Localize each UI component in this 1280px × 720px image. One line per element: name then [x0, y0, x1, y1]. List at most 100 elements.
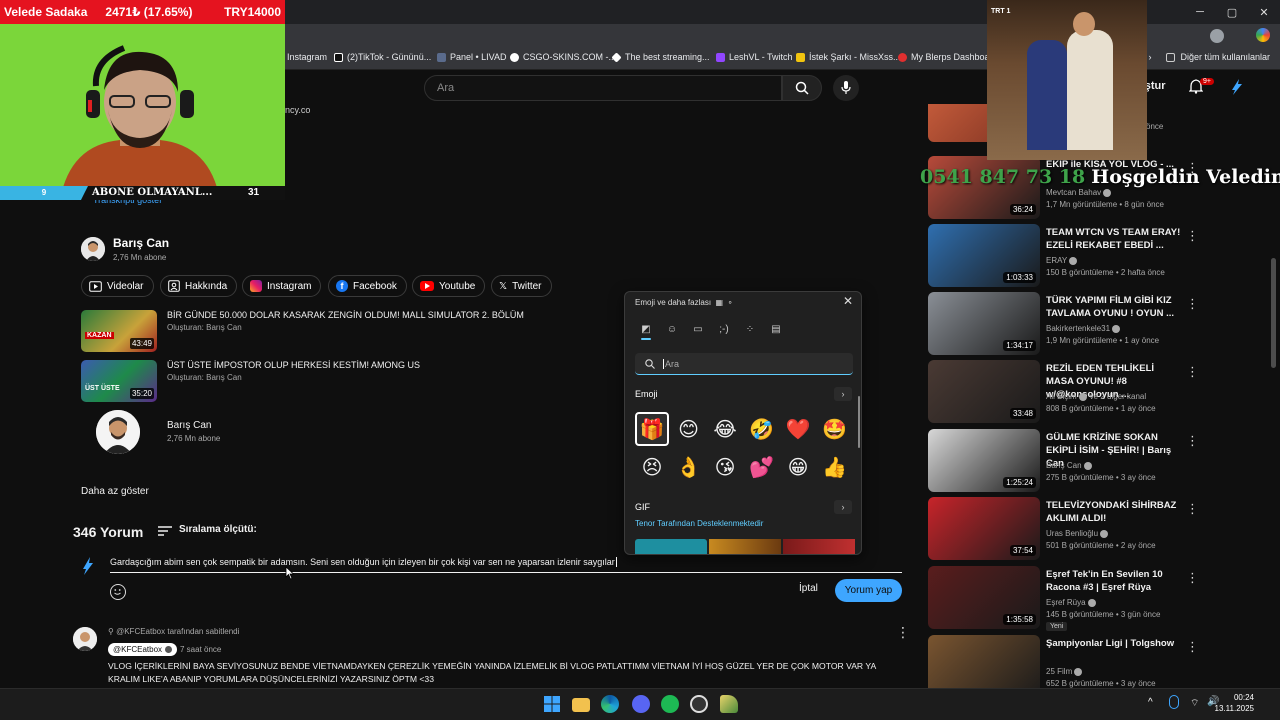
emoji-item[interactable]: 🤣 [745, 412, 779, 446]
comment-time[interactable]: 7 saat önce [180, 645, 221, 654]
gif-section-expand[interactable]: › [834, 500, 852, 514]
recommended-video[interactable]: 1:03:33 TEAM WTCN VS TEAM ERAY! EZELİ REK… [928, 224, 1270, 288]
recommended-title[interactable]: Eşref Tek'in En Sevilen 10 Racona #3 | E… [1046, 568, 1181, 594]
edge-icon[interactable] [601, 695, 619, 713]
recommended-thumbnail[interactable]: 1:03:33 [928, 224, 1040, 287]
channel-name[interactable]: Barış Can [113, 236, 169, 250]
recommended-video[interactable]: 1:25:24 GÜLME KRİZİNE SOKAN EKİPLİ İSİM -… [928, 429, 1270, 493]
emoji-button[interactable] [110, 584, 126, 600]
chip-twitter[interactable]: 𝕏 Twitter [491, 275, 552, 297]
sort-button[interactable]: Sıralama ölçütü: [179, 524, 257, 535]
sort-icon[interactable] [158, 525, 172, 537]
recommended-video[interactable]: 1:34:17 TÜRK YAPIMI FİLM GİBİ KIZ TAVLAMA… [928, 292, 1270, 356]
bookmarks-more[interactable]: › Diğer tüm kullanılanlar [1148, 52, 1270, 62]
gif-thumbnail[interactable] [635, 539, 707, 554]
recommended-channel[interactable]: Eşref Rüya [1046, 598, 1096, 607]
tray-chevron-icon[interactable]: ^ [1148, 697, 1153, 708]
bookmark-blerp[interactable]: My Blerps Dashboard [898, 52, 998, 62]
account-avatar-icon[interactable] [1229, 78, 1245, 96]
discord-icon[interactable] [632, 695, 650, 713]
grid-icon[interactable]: ▦ [716, 298, 724, 307]
comment-input[interactable]: Gardaşcığım abim sen çok sempatik bir ad… [110, 557, 902, 573]
bookmark-instagram[interactable]: Instagram [287, 52, 327, 62]
recommended-channel[interactable]: 25 Film [1046, 667, 1083, 676]
maximize-icon[interactable]: ▢ [1216, 0, 1248, 24]
recommended-menu-icon[interactable]: ⋮ [1186, 228, 1199, 244]
emoji-item[interactable]: 😊 [672, 412, 706, 446]
description-link[interactable]: ncy.co [285, 105, 310, 115]
tenor-attribution[interactable]: Tenor Tarafından Desteklenmektedir [635, 519, 763, 528]
tray-clock[interactable]: 00:24 13.11.2025 [1215, 692, 1254, 714]
tray-network-icon[interactable]: ⌔ [1190, 697, 1199, 710]
cancel-button[interactable]: İptal [799, 583, 818, 594]
recommended-title[interactable]: TÜRK YAPIMI FİLM GİBİ KIZ TAVLAMA OYUNU … [1046, 294, 1181, 320]
app-icon[interactable] [720, 695, 738, 713]
emoji-item[interactable]: ❤️ [781, 412, 815, 446]
emoji-item[interactable]: 👌 [672, 450, 706, 484]
recommended-channel[interactable]: Mevtcan Bahav [1046, 188, 1112, 197]
chip-facebook[interactable]: f Facebook [328, 275, 407, 297]
comment-author-chip[interactable]: @KFCEatbox [108, 643, 178, 656]
show-less-button[interactable]: Daha az göster [81, 486, 149, 497]
emoji-item[interactable]: 💕 [745, 450, 779, 484]
bookmark-twitch[interactable]: LeshVL - Twitch [716, 52, 793, 62]
tab-gif-icon[interactable]: ▭ [691, 322, 705, 336]
recommended-thumbnail[interactable]: 33:48 [928, 360, 1040, 423]
recommended-menu-icon[interactable]: ⋮ [1186, 639, 1199, 655]
recommended-menu-icon[interactable]: ⋮ [1186, 296, 1199, 312]
recommended-channel[interactable]: ERAY [1046, 256, 1078, 265]
tab-clipboard-icon[interactable]: ▤ [769, 322, 783, 336]
minimize-icon[interactable]: ─ [1184, 0, 1216, 24]
recommended-title[interactable]: TEAM WTCN VS TEAM ERAY! EZELİ REKABET EB… [1046, 226, 1181, 252]
emoji-panel-close-icon[interactable]: ✕ [843, 294, 853, 308]
recommended-thumbnail[interactable]: 1:25:24 [928, 429, 1040, 492]
voice-search-button[interactable] [833, 75, 859, 101]
comment-author-avatar[interactable] [73, 627, 97, 651]
emoji-item[interactable]: 👍 [818, 450, 852, 484]
page-scrollbar[interactable] [1271, 258, 1276, 368]
emoji-item[interactable]: 😂 [708, 412, 742, 446]
tab-favorites-icon[interactable]: ◩ [639, 322, 653, 336]
chip-instagram[interactable]: Instagram [242, 275, 322, 297]
emoji-panel-scrollbar[interactable] [858, 396, 860, 448]
tab-kaomoji-icon[interactable]: ;-) [717, 322, 731, 336]
bookmark-csgo[interactable]: CSGO-SKINS.COM -... [510, 52, 616, 62]
emoji-item[interactable]: 🎁 [635, 412, 669, 446]
emoji-item[interactable]: 🤩 [818, 412, 852, 446]
obs-icon[interactable] [690, 695, 708, 713]
recommended-channel[interactable]: Ali Biçim ve 2 diğer kanal [1046, 392, 1146, 401]
emoji-item[interactable]: 😣 [635, 450, 669, 484]
spotify-icon[interactable] [661, 695, 679, 713]
channel-card-name[interactable]: Barış Can [167, 420, 211, 431]
gif-thumbnail[interactable] [783, 539, 855, 554]
recommended-title[interactable]: Şampiyonlar Ligi | Tolgshow [1046, 637, 1181, 650]
recommended-menu-icon[interactable]: ⋮ [1186, 433, 1199, 449]
profile-avatar-icon[interactable] [1210, 29, 1224, 43]
recommended-menu-icon[interactable]: ⋮ [1186, 501, 1199, 517]
chip-about[interactable]: Hakkında [160, 275, 238, 297]
recommended-menu-icon[interactable]: ⋮ [1186, 570, 1199, 586]
recommended-thumbnail[interactable]: 37:54 [928, 497, 1040, 560]
bookmark-streaming[interactable]: The best streaming... [611, 51, 710, 63]
channel-card-avatar[interactable] [96, 410, 140, 454]
featured-video[interactable]: ÜST ÜSTE 35:20 ÜST ÜSTE İMPOSTOR OLUP HE… [81, 360, 581, 402]
gif-thumbnail[interactable] [709, 539, 781, 554]
recommended-title[interactable]: TELEVİZYONDAKİ SİHİRBAZ AKLIMI ALDI! [1046, 499, 1181, 525]
tab-symbols-icon[interactable]: ⁘ [743, 322, 757, 336]
video-title[interactable]: BİR GÜNDE 50.000 DOLAR KASARAK ZENGİN OL… [167, 310, 524, 320]
recommended-video[interactable]: 37:54 TELEVİZYONDAKİ SİHİRBAZ AKLIMI ALDI… [928, 497, 1270, 561]
featured-video[interactable]: KAZAN 43:49 BİR GÜNDE 50.000 DOLAR KASAR… [81, 310, 581, 352]
emoji-search-input[interactable]: Ara [635, 353, 853, 375]
channel-avatar[interactable] [81, 237, 105, 261]
search-input[interactable]: Ara [424, 75, 782, 101]
emoji-item[interactable]: 😘 [708, 450, 742, 484]
video-thumbnail[interactable]: KAZAN 43:49 [81, 310, 157, 352]
start-button[interactable] [543, 695, 561, 713]
emoji-item[interactable]: 😁 [781, 450, 815, 484]
chip-youtube[interactable]: Youtube [412, 275, 486, 297]
chip-videos[interactable]: Videolar [81, 275, 154, 297]
tray-mic-icon[interactable] [1169, 695, 1179, 709]
recommended-video[interactable]: 1:35:58 Eşref Tek'in En Sevilen 10 Racona… [928, 566, 1270, 631]
bookmark-istek[interactable]: İstek Şarkı - MissXss... [796, 52, 901, 62]
close-icon[interactable]: ✕ [1248, 0, 1280, 24]
